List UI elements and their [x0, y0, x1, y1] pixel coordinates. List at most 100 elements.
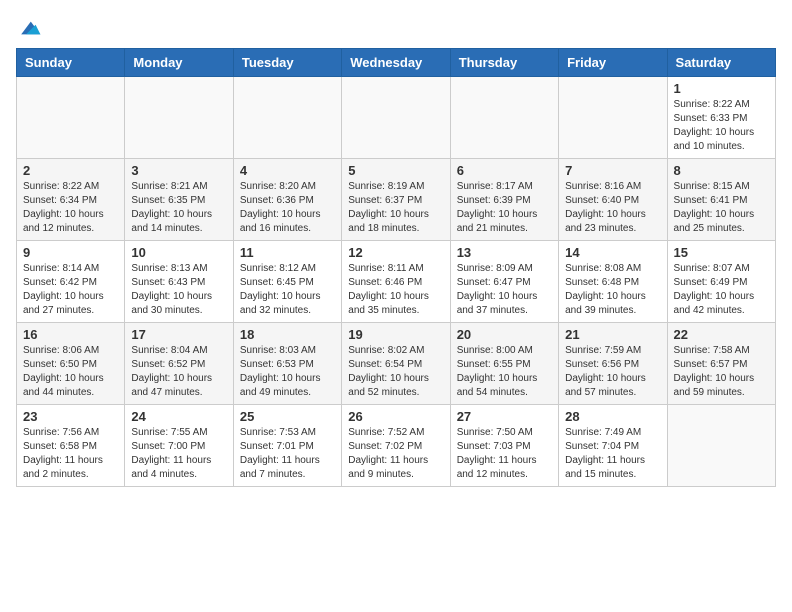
- calendar-cell: 12 Sunrise: 8:11 AM Sunset: 6:46 PM Dayli…: [342, 241, 450, 323]
- calendar-header-monday: Monday: [125, 49, 233, 77]
- calendar-cell: 16 Sunrise: 8:06 AM Sunset: 6:50 PM Dayli…: [17, 323, 125, 405]
- day-info: Sunrise: 7:50 AM Sunset: 7:03 PM Dayligh…: [457, 426, 552, 482]
- day-number: 5: [348, 163, 443, 178]
- day-number: 12: [348, 245, 443, 260]
- calendar-cell: [450, 77, 558, 159]
- day-info: Sunrise: 8:22 AM Sunset: 6:33 PM Dayligh…: [674, 98, 769, 154]
- day-info: Sunrise: 7:53 AM Sunset: 7:01 PM Dayligh…: [240, 426, 335, 482]
- week-row-2: 2 Sunrise: 8:22 AM Sunset: 6:34 PM Daylig…: [17, 159, 776, 241]
- day-info: Sunrise: 8:21 AM Sunset: 6:35 PM Dayligh…: [131, 180, 226, 236]
- calendar-cell: 14 Sunrise: 8:08 AM Sunset: 6:48 PM Dayli…: [559, 241, 667, 323]
- calendar-cell: 18Sunrise: 8:03 AM Sunset: 6:53 PM Dayli…: [233, 323, 341, 405]
- day-number: 27: [457, 409, 552, 424]
- day-info: Sunrise: 8:16 AM Sunset: 6:40 PM Dayligh…: [565, 180, 660, 236]
- calendar-cell: [233, 77, 341, 159]
- calendar-cell: 2 Sunrise: 8:22 AM Sunset: 6:34 PM Daylig…: [17, 159, 125, 241]
- week-row-1: 1 Sunrise: 8:22 AM Sunset: 6:33 PM Daylig…: [17, 77, 776, 159]
- calendar-cell: 4Sunrise: 8:20 AM Sunset: 6:36 PM Daylig…: [233, 159, 341, 241]
- calendar-header-wednesday: Wednesday: [342, 49, 450, 77]
- calendar-cell: 19 Sunrise: 8:02 AM Sunset: 6:54 PM Dayli…: [342, 323, 450, 405]
- page-header: [16, 16, 776, 40]
- calendar-cell: 26 Sunrise: 7:52 AM Sunset: 7:02 PM Dayli…: [342, 405, 450, 487]
- day-number: 4: [240, 163, 335, 178]
- day-number: 23: [23, 409, 118, 424]
- calendar-cell: 3 Sunrise: 8:21 AM Sunset: 6:35 PM Daylig…: [125, 159, 233, 241]
- calendar-cell: 11 Sunrise: 8:12 AM Sunset: 6:45 PM Dayli…: [233, 241, 341, 323]
- day-info: Sunrise: 8:11 AM Sunset: 6:46 PM Dayligh…: [348, 262, 443, 318]
- calendar-header-saturday: Saturday: [667, 49, 775, 77]
- calendar-cell: 23 Sunrise: 7:56 AM Sunset: 6:58 PM Dayli…: [17, 405, 125, 487]
- calendar-cell: 6 Sunrise: 8:17 AM Sunset: 6:39 PM Daylig…: [450, 159, 558, 241]
- calendar-header-row: SundayMondayTuesdayWednesdayThursdayFrid…: [17, 49, 776, 77]
- day-number: 15: [674, 245, 769, 260]
- day-info: Sunrise: 8:08 AM Sunset: 6:48 PM Dayligh…: [565, 262, 660, 318]
- day-number: 22: [674, 327, 769, 342]
- calendar-cell: [667, 405, 775, 487]
- day-number: 9: [23, 245, 118, 260]
- day-number: 14: [565, 245, 660, 260]
- day-info: Sunrise: 8:17 AM Sunset: 6:39 PM Dayligh…: [457, 180, 552, 236]
- day-info: Sunrise: 8:15 AM Sunset: 6:41 PM Dayligh…: [674, 180, 769, 236]
- day-number: 1: [674, 81, 769, 96]
- logo: [16, 16, 42, 40]
- day-info: Sunrise: 8:02 AM Sunset: 6:54 PM Dayligh…: [348, 344, 443, 400]
- calendar-cell: 8 Sunrise: 8:15 AM Sunset: 6:41 PM Daylig…: [667, 159, 775, 241]
- day-number: 11: [240, 245, 335, 260]
- day-info: Sunrise: 8:00 AM Sunset: 6:55 PM Dayligh…: [457, 344, 552, 400]
- day-number: 6: [457, 163, 552, 178]
- calendar-header-friday: Friday: [559, 49, 667, 77]
- calendar-cell: 15 Sunrise: 8:07 AM Sunset: 6:49 PM Dayli…: [667, 241, 775, 323]
- logo-icon: [18, 16, 42, 40]
- day-info: Sunrise: 8:03 AM Sunset: 6:53 PM Dayligh…: [240, 344, 335, 400]
- day-info: Sunrise: 8:19 AM Sunset: 6:37 PM Dayligh…: [348, 180, 443, 236]
- calendar-cell: 27 Sunrise: 7:50 AM Sunset: 7:03 PM Dayli…: [450, 405, 558, 487]
- day-info: Sunrise: 7:56 AM Sunset: 6:58 PM Dayligh…: [23, 426, 118, 482]
- calendar-header-thursday: Thursday: [450, 49, 558, 77]
- day-number: 13: [457, 245, 552, 260]
- calendar-cell: 5 Sunrise: 8:19 AM Sunset: 6:37 PM Daylig…: [342, 159, 450, 241]
- calendar-cell: 22 Sunrise: 7:58 AM Sunset: 6:57 PM Dayli…: [667, 323, 775, 405]
- day-info: Sunrise: 8:06 AM Sunset: 6:50 PM Dayligh…: [23, 344, 118, 400]
- calendar-cell: 10 Sunrise: 8:13 AM Sunset: 6:43 PM Dayli…: [125, 241, 233, 323]
- calendar-cell: 21Sunrise: 7:59 AM Sunset: 6:56 PM Dayli…: [559, 323, 667, 405]
- week-row-5: 23 Sunrise: 7:56 AM Sunset: 6:58 PM Dayli…: [17, 405, 776, 487]
- calendar-cell: 24 Sunrise: 7:55 AM Sunset: 7:00 PM Dayli…: [125, 405, 233, 487]
- calendar-cell: 17 Sunrise: 8:04 AM Sunset: 6:52 PM Dayli…: [125, 323, 233, 405]
- day-info: Sunrise: 8:04 AM Sunset: 6:52 PM Dayligh…: [131, 344, 226, 400]
- day-number: 25: [240, 409, 335, 424]
- day-number: 19: [348, 327, 443, 342]
- day-number: 17: [131, 327, 226, 342]
- day-info: Sunrise: 8:14 AM Sunset: 6:42 PM Dayligh…: [23, 262, 118, 318]
- day-info: Sunrise: 8:07 AM Sunset: 6:49 PM Dayligh…: [674, 262, 769, 318]
- calendar-cell: [125, 77, 233, 159]
- week-row-3: 9 Sunrise: 8:14 AM Sunset: 6:42 PM Daylig…: [17, 241, 776, 323]
- day-info: Sunrise: 7:52 AM Sunset: 7:02 PM Dayligh…: [348, 426, 443, 482]
- calendar: SundayMondayTuesdayWednesdayThursdayFrid…: [16, 48, 776, 487]
- calendar-cell: 25 Sunrise: 7:53 AM Sunset: 7:01 PM Dayli…: [233, 405, 341, 487]
- day-number: 21: [565, 327, 660, 342]
- week-row-4: 16 Sunrise: 8:06 AM Sunset: 6:50 PM Dayli…: [17, 323, 776, 405]
- day-number: 24: [131, 409, 226, 424]
- day-info: Sunrise: 8:12 AM Sunset: 6:45 PM Dayligh…: [240, 262, 335, 318]
- calendar-cell: [342, 77, 450, 159]
- calendar-cell: 1 Sunrise: 8:22 AM Sunset: 6:33 PM Daylig…: [667, 77, 775, 159]
- day-number: 28: [565, 409, 660, 424]
- day-info: Sunrise: 8:13 AM Sunset: 6:43 PM Dayligh…: [131, 262, 226, 318]
- calendar-header-sunday: Sunday: [17, 49, 125, 77]
- calendar-cell: 28Sunrise: 7:49 AM Sunset: 7:04 PM Dayli…: [559, 405, 667, 487]
- day-number: 26: [348, 409, 443, 424]
- calendar-cell: [559, 77, 667, 159]
- day-number: 16: [23, 327, 118, 342]
- day-info: Sunrise: 7:58 AM Sunset: 6:57 PM Dayligh…: [674, 344, 769, 400]
- calendar-cell: 20 Sunrise: 8:00 AM Sunset: 6:55 PM Dayli…: [450, 323, 558, 405]
- day-info: Sunrise: 8:22 AM Sunset: 6:34 PM Dayligh…: [23, 180, 118, 236]
- day-info: Sunrise: 7:55 AM Sunset: 7:00 PM Dayligh…: [131, 426, 226, 482]
- calendar-cell: 13Sunrise: 8:09 AM Sunset: 6:47 PM Dayli…: [450, 241, 558, 323]
- calendar-header-tuesday: Tuesday: [233, 49, 341, 77]
- day-number: 20: [457, 327, 552, 342]
- calendar-cell: 9 Sunrise: 8:14 AM Sunset: 6:42 PM Daylig…: [17, 241, 125, 323]
- day-number: 10: [131, 245, 226, 260]
- day-number: 2: [23, 163, 118, 178]
- day-number: 3: [131, 163, 226, 178]
- day-number: 8: [674, 163, 769, 178]
